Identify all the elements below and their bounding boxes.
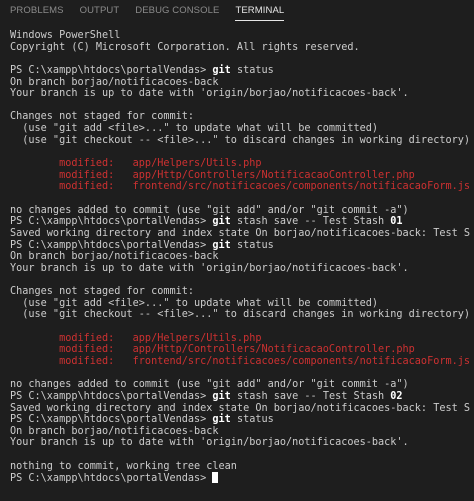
terminal-line: (use "git add <file>..." to update what … (10, 123, 470, 135)
terminal-text: Copyright (C) Microsoft Corporation. All… (10, 41, 360, 53)
terminal-text: nothing to commit, working tree clean (10, 460, 237, 472)
modified-file-text: modified: frontend/src/notificacoes/comp… (10, 181, 470, 193)
terminal-text: Saved working directory and index state … (10, 227, 470, 239)
terminal-text: Your branch is up to date with 'origin/b… (10, 262, 409, 274)
terminal-text: status (230, 64, 274, 76)
terminal-text: (use "git add <file>..." to update what … (10, 297, 379, 309)
terminal-line: On branch borjao/notificacoes-back (10, 251, 470, 263)
terminal-text: Your branch is up to date with 'origin/b… (10, 88, 409, 100)
tab-terminal[interactable]: TERMINAL (235, 0, 285, 21)
terminal-output[interactable]: Windows PowerShell Copyright (C) Microsof… (10, 30, 470, 501)
command-text: git (212, 239, 231, 251)
terminal-line: modified: app/Http/Controllers/Notificac… (10, 170, 470, 182)
terminal-text: PS C:\xampp\htdocs\portalVendas> (10, 64, 213, 76)
terminal-cursor (212, 472, 219, 484)
terminal-panel: PROBLEMS OUTPUT DEBUG CONSOLE TERMINAL W… (0, 0, 474, 501)
terminal-text: 01 (390, 216, 403, 228)
tab-output[interactable]: OUTPUT (80, 0, 120, 20)
terminal-text: Changes not staged for commit: (10, 286, 195, 298)
terminal-line: On branch borjao/notificacoes-back (10, 426, 470, 438)
terminal-line: PS C:\xampp\htdocs\portalVendas> git sta… (10, 414, 470, 426)
terminal-text: PS C:\xampp\htdocs\portalVendas> (10, 239, 213, 251)
terminal-text: no changes added to commit (use "git add… (10, 379, 409, 391)
terminal-line: (use "git checkout -- <file>..." to disc… (10, 309, 470, 321)
terminal-text: On branch borjao/notificacoes-back (10, 76, 219, 88)
terminal-text: 02 (390, 390, 403, 402)
panel-tab-bar: PROBLEMS OUTPUT DEBUG CONSOLE TERMINAL (0, 0, 474, 22)
terminal-line: On branch borjao/notificacoes-back (10, 77, 470, 89)
terminal-text: Changes not staged for commit: (10, 111, 195, 123)
command-text: git (212, 64, 231, 76)
terminal-line: modified: app/Helpers/Utils.php (10, 333, 470, 345)
terminal-line: Windows PowerShell (10, 30, 470, 42)
terminal-text: PS C:\xampp\htdocs\portalVendas> (10, 473, 213, 485)
terminal-line: PS C:\xampp\htdocs\portalVendas> (10, 472, 470, 484)
terminal-line: PS C:\xampp\htdocs\portalVendas> git sta… (10, 240, 470, 252)
terminal-text: On branch borjao/notificacoes-back (10, 425, 219, 437)
terminal-line: Saved working directory and index state … (10, 228, 470, 240)
terminal-text: PS C:\xampp\htdocs\portalVendas> (10, 414, 213, 426)
terminal-text: Your branch is up to date with 'origin/b… (10, 437, 409, 449)
terminal-line: nothing to commit, working tree clean (10, 461, 470, 473)
terminal-text: Saved working directory and index state … (10, 402, 470, 414)
terminal-line: Copyright (C) Microsoft Corporation. All… (10, 42, 470, 54)
terminal-line: Your branch is up to date with 'origin/b… (10, 437, 470, 449)
terminal-line: Changes not staged for commit: (10, 111, 470, 123)
command-text: git (212, 216, 231, 228)
tab-problems[interactable]: PROBLEMS (10, 0, 64, 20)
terminal-text: PS C:\xampp\htdocs\portalVendas> (10, 216, 213, 228)
terminal-text: On branch borjao/notificacoes-back (10, 251, 219, 263)
terminal-line: PS C:\xampp\htdocs\portalVendas> git sta… (10, 216, 470, 228)
terminal-text: (use "git checkout -- <file>..." to disc… (10, 134, 470, 146)
terminal-line: Your branch is up to date with 'origin/b… (10, 88, 470, 100)
terminal-text: no changes added to commit (use "git add… (10, 204, 409, 216)
terminal-line: Saved working directory and index state … (10, 403, 470, 415)
terminal-text: PS C:\xampp\htdocs\portalVendas> (10, 390, 213, 402)
terminal-text: Windows PowerShell (10, 30, 121, 41)
modified-file-text: modified: app/Helpers/Utils.php (10, 158, 262, 170)
terminal-text: stash save -- Test Stash (230, 390, 391, 402)
terminal-line: (use "git add <file>..." to update what … (10, 298, 470, 310)
terminal-line: no changes added to commit (use "git add… (10, 205, 470, 217)
command-text: git (212, 414, 231, 426)
terminal-text: status (230, 414, 274, 426)
terminal-line: modified: frontend/src/notificacoes/comp… (10, 356, 470, 368)
terminal-line: PS C:\xampp\htdocs\portalVendas> git sta… (10, 391, 470, 403)
modified-file-text: modified: frontend/src/notificacoes/comp… (10, 355, 470, 367)
terminal-line: PS C:\xampp\htdocs\portalVendas> git sta… (10, 65, 470, 77)
terminal-text: status (230, 239, 274, 251)
modified-file-text: modified: app/Helpers/Utils.php (10, 332, 262, 344)
tab-debug-console[interactable]: DEBUG CONSOLE (135, 0, 219, 20)
terminal-line: modified: app/Helpers/Utils.php (10, 158, 470, 170)
terminal-line: modified: frontend/src/notificacoes/comp… (10, 181, 470, 193)
modified-file-text: modified: app/Http/Controllers/Notificac… (10, 344, 415, 356)
terminal-text: (use "git add <file>..." to update what … (10, 123, 379, 135)
terminal-line: Your branch is up to date with 'origin/b… (10, 263, 470, 275)
modified-file-text: modified: app/Http/Controllers/Notificac… (10, 169, 415, 181)
terminal-line: modified: app/Http/Controllers/Notificac… (10, 344, 470, 356)
terminal-line: no changes added to commit (use "git add… (10, 379, 470, 391)
terminal-text: (use "git checkout -- <file>..." to disc… (10, 309, 470, 321)
terminal-line: (use "git checkout -- <file>..." to disc… (10, 135, 470, 147)
terminal-line: Changes not staged for commit: (10, 286, 470, 298)
command-text: git (212, 390, 231, 402)
terminal-text: stash save -- Test Stash (230, 216, 391, 228)
